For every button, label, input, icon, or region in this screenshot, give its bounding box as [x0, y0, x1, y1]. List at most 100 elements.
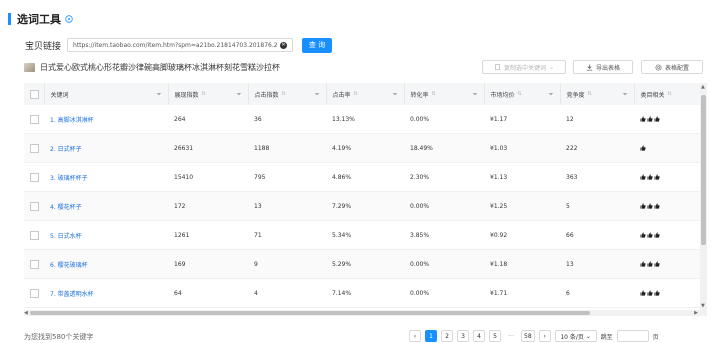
keyword-link[interactable]: 2. 日式杯子 — [50, 146, 82, 153]
col-price[interactable]: 市场均价 ⇅ ⏷ — [484, 83, 561, 105]
table-row[interactable]: 6. 樱花玻璃杯 169 9 5.29% 0.00% ¥1.18 13 — [24, 249, 707, 279]
sort-icon[interactable]: ⇅ — [354, 91, 358, 97]
col-keyword-label: 关键词 — [50, 91, 69, 99]
row-checkbox[interactable] — [30, 172, 39, 182]
page-ellipsis[interactable]: ··· — [505, 330, 517, 342]
row-select-cell[interactable] — [24, 162, 44, 192]
url-input-value[interactable]: https://item.taobao.com/item.htm?spm=a21… — [73, 42, 277, 49]
select-all-checkbox[interactable] — [30, 89, 39, 99]
keyword-cell[interactable]: 5. 日式水杯 — [44, 220, 168, 250]
sort-icon[interactable]: ⇅ — [668, 91, 672, 97]
scroll-up-arrow[interactable]: ▲ — [701, 84, 705, 90]
table-row[interactable]: 4. 樱花杯子 172 13 7.29% 0.00% ¥1.25 5 — [24, 191, 707, 221]
keyword-cell[interactable]: 4. 樱花杯子 — [44, 191, 168, 221]
result-count: 为您找到580个关键字 — [24, 333, 94, 341]
col-cvr-label: 转化率 — [410, 91, 429, 99]
horizontal-scroll-thumb[interactable] — [30, 311, 590, 315]
row-checkbox[interactable] — [30, 143, 39, 153]
keyword-link[interactable]: 6. 樱花玻璃杯 — [50, 262, 88, 269]
col-relevance[interactable]: 类目相关 ⇅ — [634, 83, 707, 105]
row-select-cell[interactable] — [24, 278, 44, 308]
price-cell: ¥1.17 — [484, 105, 560, 134]
query-button[interactable]: 查 询 — [302, 37, 333, 53]
keyword-link[interactable]: 3. 玻璃杯杯子 — [50, 175, 88, 182]
row-checkbox[interactable] — [30, 230, 39, 240]
keyword-cell[interactable]: 1. 高脚冰淇淋杯 — [44, 105, 168, 134]
page-button[interactable]: 3 — [457, 330, 469, 342]
keyword-cell[interactable]: 3. 玻璃杯杯子 — [44, 162, 168, 192]
sort-icon[interactable]: ⇅ — [588, 91, 592, 97]
filter-icon[interactable]: ⏷ — [157, 91, 162, 99]
table-row[interactable]: 2. 日式杯子 26631 1188 4.19% 18.49% ¥1.03 222 — [24, 133, 707, 163]
filter-icon[interactable]: ⏷ — [393, 91, 398, 99]
jump-page-input[interactable] — [616, 330, 649, 342]
scroll-down-arrow[interactable]: ▼ — [701, 303, 705, 309]
page-size-select[interactable]: 10 条/页 ⌄ — [554, 330, 597, 342]
page-button[interactable]: 4 — [473, 330, 485, 342]
table-row[interactable]: 1. 高脚冰淇淋杯 264 36 13.13% 0.00% ¥1.17 12 — [24, 105, 707, 134]
horizontal-scrollbar[interactable]: ◀ ▶ — [24, 310, 707, 316]
impressions-cell: 15410 — [168, 162, 248, 192]
filter-icon[interactable]: ⏷ — [473, 91, 478, 99]
row-select-cell[interactable] — [24, 249, 44, 279]
col-cvr[interactable]: 转化率 ⇅ ⏷ — [404, 83, 485, 105]
filter-icon[interactable]: ⏷ — [549, 91, 554, 99]
competition-cell: 363 — [560, 162, 634, 192]
table-config-button[interactable]: 表格配置 — [641, 60, 703, 74]
page-button[interactable]: 2 — [441, 330, 453, 342]
row-checkbox[interactable] — [30, 201, 39, 211]
keyword-link[interactable]: 4. 樱花杯子 — [50, 204, 82, 211]
row-checkbox[interactable] — [30, 114, 39, 124]
keyword-cell[interactable]: 2. 日式杯子 — [44, 133, 168, 163]
thumbs-up-icon — [647, 203, 653, 209]
filter-icon[interactable]: ⏷ — [237, 91, 242, 99]
keyword-cell[interactable]: 6. 樱花玻璃杯 — [44, 249, 168, 279]
scroll-right-arrow[interactable]: ▶ — [694, 310, 698, 316]
row-checkbox[interactable] — [30, 259, 39, 269]
vertical-scroll-thumb[interactable] — [701, 95, 706, 245]
sort-icon[interactable]: ⇅ — [432, 91, 436, 97]
col-keyword[interactable]: 关键词 ⏷ — [44, 83, 169, 105]
clear-icon[interactable]: ✕ — [280, 41, 288, 49]
url-input[interactable]: https://item.taobao.com/item.htm?spm=a21… — [67, 38, 294, 52]
sort-icon[interactable]: ⇅ — [202, 91, 206, 97]
table-row[interactable]: 7. 带盖透明水杯 64 4 7.14% 0.00% ¥1.71 6 — [24, 278, 707, 308]
thumbs-up-icon — [640, 261, 646, 267]
keyword-cell[interactable]: 7. 带盖透明水杯 — [44, 278, 168, 308]
row-checkbox[interactable] — [30, 288, 39, 298]
row-select-cell[interactable] — [24, 105, 44, 134]
copy-selected-keywords-button[interactable]: 复制选中关键词 ⌄ — [482, 60, 566, 74]
col-clicks[interactable]: 点击指数 ⇅ ⏷ — [248, 83, 327, 105]
relevance-rating — [640, 290, 707, 296]
row-select-cell[interactable] — [24, 133, 44, 163]
page-button[interactable]: 5 — [489, 330, 501, 342]
keyword-link[interactable]: 5. 日式水杯 — [50, 233, 82, 240]
sort-icon[interactable]: ⇅ — [282, 91, 286, 97]
keyword-link[interactable]: 7. 带盖透明水杯 — [50, 291, 94, 298]
product-name: 日式爱心欧式桃心形花瓣沙律碗高脚玻璃杯冰淇淋杯刻花雪糕沙拉杯 — [40, 62, 280, 72]
filter-icon[interactable]: ⏷ — [315, 91, 320, 99]
page-button[interactable]: 1 — [425, 330, 437, 342]
vertical-scrollbar[interactable]: ▲ ▼ — [700, 83, 707, 310]
help-icon[interactable] — [65, 15, 73, 23]
filter-icon[interactable]: ⏷ — [623, 91, 628, 99]
col-impressions[interactable]: 展现指数 ⇅ ⏷ — [168, 83, 249, 105]
prev-page-button[interactable]: ‹ — [409, 330, 421, 342]
cvr-cell: 3.85% — [404, 220, 484, 250]
table-config-label: 表格配置 — [664, 64, 689, 72]
table-row[interactable]: 3. 玻璃杯杯子 15410 795 4.86% 2.30% ¥1.13 363 — [24, 162, 707, 192]
row-select-cell[interactable] — [24, 220, 44, 250]
scroll-left-arrow[interactable]: ◀ — [24, 310, 28, 316]
row-select-cell[interactable] — [24, 191, 44, 221]
export-table-button[interactable]: 导出表格 — [573, 60, 633, 74]
keyword-link[interactable]: 1. 高脚冰淇淋杯 — [50, 117, 94, 124]
col-ctr[interactable]: 点击率 ⇅ ⏷ — [326, 83, 405, 105]
thumbs-up-icon — [640, 174, 646, 180]
table-row[interactable]: 5. 日式水杯 1261 71 5.34% 3.85% ¥0.92 66 — [24, 220, 707, 250]
last-page-button[interactable]: 58 — [521, 330, 535, 342]
competition-cell: 13 — [560, 249, 634, 279]
col-competition[interactable]: 竞争度 ⇅ ⏷ — [560, 83, 635, 105]
select-all-cell[interactable] — [24, 83, 45, 105]
sort-icon[interactable]: ⇅ — [518, 91, 522, 97]
next-page-button[interactable]: › — [538, 330, 551, 342]
